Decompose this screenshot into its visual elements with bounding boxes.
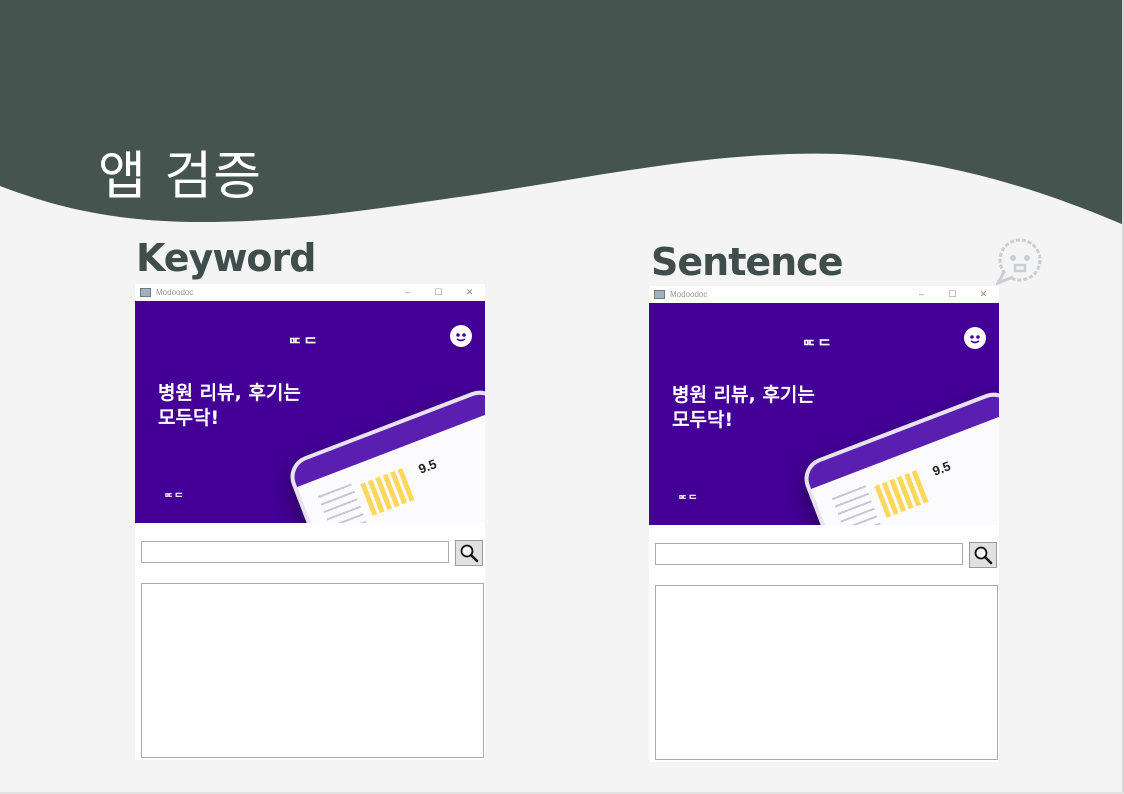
speech-bubble-icon xyxy=(996,238,1042,286)
phone-mockup-image: 9.5 xyxy=(798,386,999,525)
keyword-label: Keyword xyxy=(136,236,316,280)
chat-bubble-icon xyxy=(450,325,472,347)
headline-line-1: 병원 리뷰, 후기는 xyxy=(672,384,815,406)
close-button[interactable]: ✕ xyxy=(968,286,999,303)
window-title: Modoodoc xyxy=(156,288,194,297)
slide-title: 앱 검증 xyxy=(98,147,263,207)
search-row xyxy=(141,540,484,566)
minimize-button[interactable]: – xyxy=(906,286,937,303)
close-button[interactable]: ✕ xyxy=(454,284,485,301)
sentence-search-input[interactable] xyxy=(655,543,963,565)
banner-logo-small: ᄆᄃᄃ xyxy=(678,495,699,506)
phone-star-rating xyxy=(360,467,418,516)
banner-headline: 병원 리뷰, 후기는 모두닥! xyxy=(672,383,815,433)
keyword-app-window: Modoodoc – ☐ ✕ ᄆᄃᄃ 병원 리뷰, 후기는 모두닥! ᄆᄃᄃ 9… xyxy=(135,284,485,760)
banner-logo: ᄆᄃᄃ xyxy=(288,335,320,353)
phone-star-rating xyxy=(874,469,932,518)
chat-bubble-icon xyxy=(964,327,986,349)
keyword-results-box[interactable] xyxy=(141,583,484,758)
minimize-button[interactable]: – xyxy=(392,284,423,301)
banner-headline: 병원 리뷰, 후기는 모두닥! xyxy=(158,381,301,431)
app-window-icon xyxy=(140,288,151,297)
sentence-app-window: Modoodoc – ☐ ✕ ᄆᄃᄃ 병원 리뷰, 후기는 모두닥! ᄆᄃᄃ 9… xyxy=(649,286,999,762)
phone-score: 9.5 xyxy=(416,456,439,477)
phone-mockup-image: 9.5 xyxy=(284,384,485,523)
banner-logo: ᄆᄃᄃ xyxy=(802,337,834,355)
search-row xyxy=(655,542,998,568)
maximize-button[interactable]: ☐ xyxy=(937,286,968,303)
phone-score: 9.5 xyxy=(930,458,953,479)
keyword-search-button[interactable] xyxy=(455,540,483,566)
phone-app-bar xyxy=(289,389,485,488)
phone-app-bar xyxy=(803,391,999,490)
app-window-icon xyxy=(654,290,665,299)
sentence-search-button[interactable] xyxy=(969,542,997,568)
window-titlebar: Modoodoc – ☐ ✕ xyxy=(135,284,485,301)
maximize-button[interactable]: ☐ xyxy=(423,284,454,301)
keyword-search-input[interactable] xyxy=(141,541,449,563)
modoodoc-banner: ᄆᄃᄃ 병원 리뷰, 후기는 모두닥! ᄆᄃᄃ 9.5 xyxy=(135,301,485,523)
magnifier-icon xyxy=(460,544,479,563)
window-title: Modoodoc xyxy=(670,290,708,299)
headline-line-2: 모두닥! xyxy=(672,409,734,431)
headline-line-2: 모두닥! xyxy=(158,407,220,429)
headline-line-1: 병원 리뷰, 후기는 xyxy=(158,382,301,404)
window-titlebar: Modoodoc – ☐ ✕ xyxy=(649,286,999,303)
banner-logo-small: ᄆᄃᄃ xyxy=(164,493,185,504)
magnifier-icon xyxy=(974,546,993,565)
sentence-label: Sentence xyxy=(651,240,843,284)
sentence-results-box[interactable] xyxy=(655,585,998,760)
modoodoc-banner: ᄆᄃᄃ 병원 리뷰, 후기는 모두닥! ᄆᄃᄃ 9.5 xyxy=(649,303,999,525)
